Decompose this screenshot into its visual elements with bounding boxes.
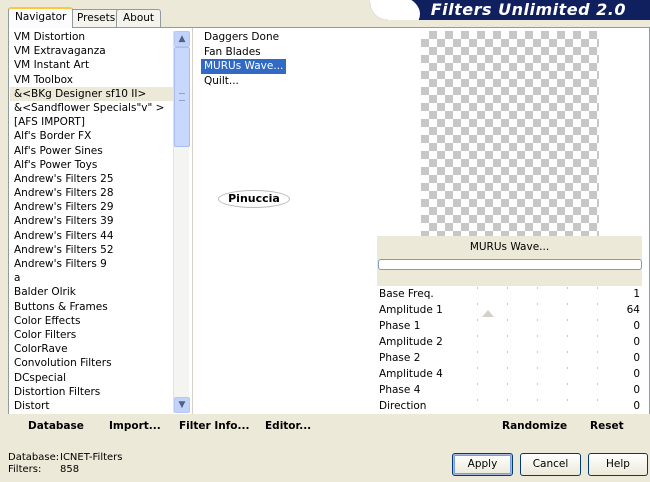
- category-item[interactable]: VM Extravaganza: [10, 44, 188, 58]
- parameter-label: Base Freq.: [379, 288, 434, 300]
- parameter-row[interactable]: Phase 1 0: [377, 318, 642, 334]
- filter-item[interactable]: Daggers Done: [201, 30, 282, 45]
- category-item[interactable]: Convolution Filters: [10, 356, 188, 370]
- category-item[interactable]: Andrew's Filters 9: [10, 257, 188, 271]
- category-item[interactable]: &<BKg Designer sf10 II>: [10, 86, 188, 101]
- category-item[interactable]: Buttons & Frames: [10, 300, 188, 314]
- parameter-row[interactable]: Amplitude 1 64: [377, 302, 642, 318]
- parameter-value: 0: [633, 400, 640, 412]
- current-filter-name: MURUs Wave...: [469, 241, 550, 253]
- scroll-up-button[interactable]: ▲: [174, 31, 190, 47]
- progress-bar: [378, 259, 642, 270]
- tab-about[interactable]: About: [116, 9, 162, 27]
- category-item[interactable]: [AFS IMPORT]: [10, 115, 188, 129]
- category-item[interactable]: Andrew's Filters 52: [10, 243, 188, 257]
- scroll-down-button[interactable]: ▼: [174, 397, 190, 413]
- parameter-row[interactable]: Direction 0: [377, 398, 642, 414]
- reset-button[interactable]: Reset: [590, 420, 624, 432]
- slider-ticks: [477, 303, 622, 305]
- category-item[interactable]: Color Effects: [10, 314, 188, 328]
- category-item[interactable]: Andrew's Filters 39: [10, 214, 188, 228]
- tab-presets[interactable]: Presets: [70, 9, 123, 27]
- list-divider: [192, 28, 194, 415]
- parameter-row[interactable]: Base Freq. 1: [377, 286, 642, 302]
- parameter-label: Phase 4: [379, 384, 421, 396]
- database-value: ICNET-Filters: [60, 452, 123, 463]
- filters-count-value: 858: [60, 464, 80, 475]
- category-item[interactable]: DCspecial: [10, 371, 188, 385]
- tab-navigator[interactable]: Navigator: [8, 7, 74, 28]
- slider-ticks: [477, 383, 622, 385]
- preview-canvas: [421, 31, 599, 237]
- import-button[interactable]: Import...: [109, 420, 161, 432]
- parameter-value: 0: [633, 384, 640, 396]
- parameter-row[interactable]: Phase 4 0: [377, 382, 642, 398]
- parameter-value: 0: [633, 368, 640, 380]
- parameter-row[interactable]: Amplitude 2 0: [377, 334, 642, 350]
- status-info: Database:ICNET-Filters Filters: 858: [8, 452, 123, 476]
- filter-list[interactable]: Daggers Done Fan Blades MURUs Wave... Quilt…: [199, 30, 371, 130]
- parameter-label: Amplitude 2: [379, 336, 443, 348]
- filters-count-label: Filters:: [8, 464, 42, 475]
- parameter-value: 0: [633, 336, 640, 348]
- slider-ticks: [477, 319, 622, 321]
- parameter-label: Phase 2: [379, 352, 421, 364]
- editor-button[interactable]: Editor...: [265, 420, 311, 432]
- apply-button[interactable]: Apply: [452, 453, 513, 476]
- slider-ticks: [477, 367, 622, 369]
- category-item[interactable]: &<Sandflower Specials"v" >: [10, 101, 188, 115]
- category-item[interactable]: Andrew's Filters 44: [10, 229, 188, 243]
- category-item[interactable]: Andrew's Filters 25: [10, 172, 188, 186]
- category-item[interactable]: Distortion Filters: [10, 385, 188, 399]
- filter-item[interactable]: Quilt...: [201, 74, 242, 89]
- preview-area: [377, 28, 642, 237]
- watermark-logo: Pinuccia: [218, 190, 290, 208]
- slider-ticks: [477, 399, 622, 401]
- parameter-row[interactable]: Phase 2 0: [377, 350, 642, 366]
- scroll-thumb[interactable]: [174, 47, 190, 147]
- category-item[interactable]: Alf's Border FX: [10, 129, 188, 143]
- parameter-row[interactable]: Amplitude 4 0: [377, 366, 642, 382]
- category-item[interactable]: Distort: [10, 399, 188, 413]
- slider-ticks: [477, 351, 622, 353]
- category-item[interactable]: Alf's Power Toys: [10, 158, 188, 172]
- parameter-list: Base Freq. 1 Amplitude 1 64 Phase 1 0 Amplitud…: [377, 286, 642, 414]
- filter-item[interactable]: Fan Blades: [201, 45, 264, 60]
- database-label: Database:: [8, 452, 60, 463]
- category-scrollbar[interactable]: ▲ ▼: [173, 31, 190, 413]
- scroll-grip-icon: [179, 93, 185, 101]
- category-item[interactable]: Color Filters: [10, 328, 188, 342]
- help-button[interactable]: Help: [588, 453, 648, 476]
- database-button[interactable]: Database: [28, 420, 84, 432]
- parameter-value: 64: [626, 304, 640, 316]
- category-item[interactable]: Balder Olrik: [10, 285, 188, 299]
- filter-info-button[interactable]: Filter Info...: [179, 420, 249, 432]
- parameter-label: Phase 1: [379, 320, 421, 332]
- slider-ticks: [477, 335, 622, 337]
- title-banner: Filters Unlimited 2.0: [370, 0, 650, 20]
- category-item[interactable]: VM Instant Art: [10, 58, 188, 72]
- cancel-button[interactable]: Cancel: [520, 453, 581, 476]
- category-item[interactable]: Andrew's Filters 28: [10, 186, 188, 200]
- category-item[interactable]: Alf's Power Sines: [10, 144, 188, 158]
- randomize-button[interactable]: Randomize: [502, 420, 567, 432]
- parameter-label: Direction: [379, 400, 427, 412]
- category-item[interactable]: ColorRave: [10, 342, 188, 356]
- parameter-value: 1: [633, 288, 640, 300]
- category-item[interactable]: Andrew's Filters 29: [10, 200, 188, 214]
- filter-item[interactable]: MURUs Wave...: [199, 58, 288, 75]
- slider-thumb[interactable]: [482, 310, 495, 317]
- category-item[interactable]: VM Toolbox: [10, 73, 188, 87]
- slider-ticks: [477, 287, 622, 289]
- category-item[interactable]: a: [10, 271, 188, 285]
- parameter-value: 0: [633, 320, 640, 332]
- parameter-value: 0: [633, 352, 640, 364]
- parameter-label: Amplitude 1: [379, 304, 443, 316]
- category-item[interactable]: VM Distortion: [10, 30, 188, 44]
- parameter-label: Amplitude 4: [379, 368, 443, 380]
- app-title: Filters Unlimited 2.0: [430, 0, 626, 19]
- category-list[interactable]: VM Distortion VM Extravaganza VM Instant A…: [10, 30, 188, 415]
